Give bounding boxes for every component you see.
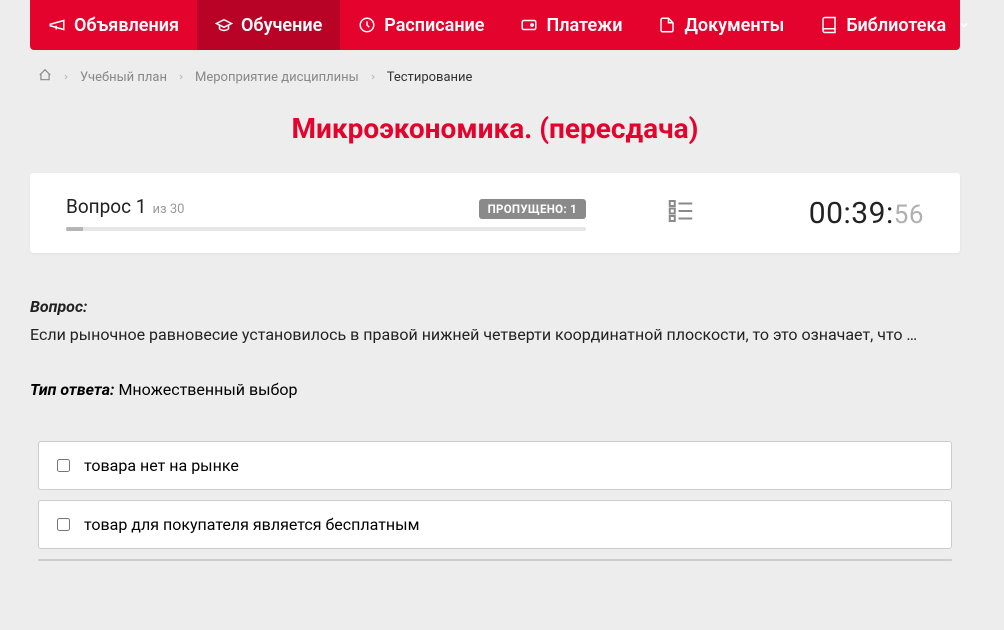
answer-option[interactable]	[38, 559, 952, 561]
answer-checkbox[interactable]	[57, 518, 70, 531]
page-title: Микроэкономика. (пересдача)	[30, 112, 960, 145]
progress-bar	[66, 227, 586, 231]
nav-label: Расписание	[384, 15, 484, 36]
book-icon	[820, 16, 838, 34]
status-card: Вопрос 1 из 30 ПРОПУЩЕНО: 1 00:39:56	[30, 173, 960, 253]
nav-label: Библиотека	[846, 15, 946, 36]
timer: 00:39:56	[809, 196, 924, 231]
clock-icon	[358, 16, 376, 34]
answer-text: товара нет на рынке	[84, 456, 239, 475]
question-total: из 30	[152, 202, 184, 217]
breadcrumb-testing: Тестирование	[387, 70, 473, 85]
answers-list: товара нет на рынке товар для покупателя…	[30, 441, 960, 561]
main-nav: Объявления Обучение Расписание Платежи	[30, 0, 960, 50]
answer-type-row: Тип ответа: Множественный выбор	[30, 380, 960, 399]
breadcrumb: Учебный план Мероприятие дисциплины Тест…	[30, 58, 960, 102]
answer-type-label: Тип ответа:	[30, 380, 114, 399]
nav-label: Платежи	[546, 15, 622, 36]
question-text: Если рыночное равновесие установилось в …	[30, 322, 960, 348]
chevron-down-icon	[954, 15, 970, 36]
question-number: Вопрос 1	[66, 195, 146, 218]
megaphone-icon	[48, 16, 66, 34]
wallet-icon	[520, 16, 538, 34]
nav-library[interactable]: Библиотека	[802, 0, 988, 50]
breadcrumb-event[interactable]: Мероприятие дисциплины	[195, 70, 359, 85]
graduation-icon	[215, 16, 233, 34]
nav-payments[interactable]: Платежи	[502, 0, 640, 50]
chevron-right-icon	[369, 70, 377, 85]
nav-label: Обучение	[241, 15, 322, 36]
breadcrumb-curriculum[interactable]: Учебный план	[80, 70, 167, 85]
nav-schedule[interactable]: Расписание	[340, 0, 502, 50]
question-block: Вопрос: Если рыночное равновесие установ…	[30, 297, 960, 589]
answer-checkbox[interactable]	[57, 559, 70, 561]
nav-label: Документы	[684, 15, 784, 36]
chevron-right-icon	[62, 70, 70, 85]
question-heading: Вопрос:	[30, 297, 960, 316]
answer-option[interactable]: товара нет на рынке	[38, 441, 952, 490]
answer-checkbox[interactable]	[57, 459, 70, 472]
nav-documents[interactable]: Документы	[640, 0, 802, 50]
doc-icon	[658, 16, 676, 34]
answer-option[interactable]: товар для покупателя является бесплатным	[38, 500, 952, 549]
timer-main: 00:39:	[809, 196, 894, 231]
nav-label: Объявления	[74, 15, 179, 36]
timer-seconds: 56	[894, 200, 924, 230]
question-progress: Вопрос 1 из 30 ПРОПУЩЕНО: 1	[66, 195, 586, 231]
skipped-badge: ПРОПУЩЕНО: 1	[479, 199, 586, 219]
chevron-right-icon	[177, 70, 185, 85]
home-icon[interactable]	[38, 68, 52, 86]
progress-fill	[66, 227, 83, 231]
nav-announcements[interactable]: Объявления	[30, 0, 197, 50]
question-list-button[interactable]	[666, 196, 696, 230]
answer-text: товар для покупателя является бесплатным	[84, 515, 419, 534]
nav-education[interactable]: Обучение	[197, 0, 340, 50]
answer-type-value: Множественный выбор	[118, 380, 297, 399]
